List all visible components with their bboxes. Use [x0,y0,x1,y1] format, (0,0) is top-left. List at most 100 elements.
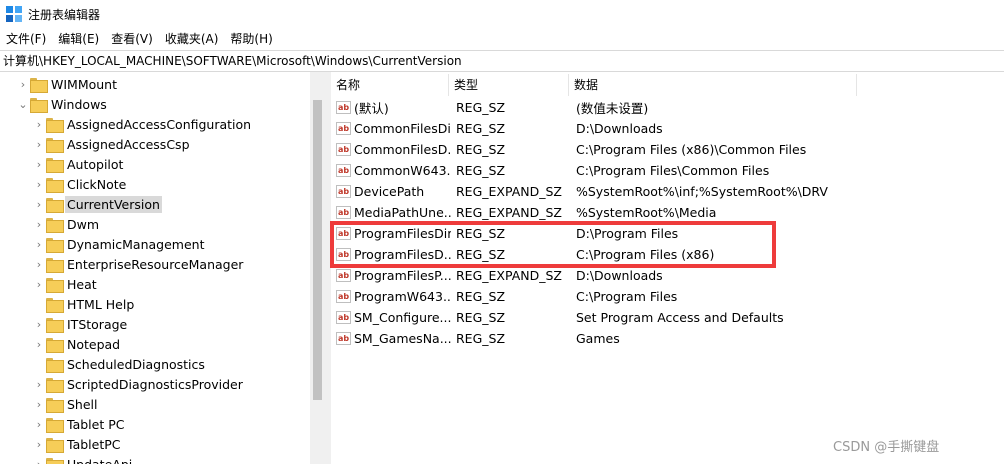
menu-edit[interactable]: 编辑(E) [52,28,105,50]
menu-help[interactable]: 帮助(H) [224,28,278,50]
column-header-name[interactable]: 名称 [331,74,449,96]
chevron-right-icon[interactable]: › [32,118,46,131]
folder-icon [46,177,64,193]
chevron-right-icon[interactable]: › [32,338,46,351]
chevron-right-icon[interactable]: › [32,158,46,171]
chevron-right-icon[interactable]: › [32,238,46,251]
tree-item[interactable]: › ScriptedDiagnosticsProvider [32,374,245,394]
tree-item[interactable]: › CurrentVersion [32,194,162,214]
value-type: REG_SZ [456,289,506,304]
tree-item[interactable]: › TabletPC [32,434,123,454]
tree-item[interactable]: ⌄ Windows [16,94,109,114]
value-row[interactable]: ab DevicePath REG_EXPAND_SZ %SystemRoot%\in… [331,181,1004,202]
chevron-right-icon[interactable]: › [16,78,30,91]
column-header-type[interactable]: 类型 [449,74,569,96]
folder-icon [30,97,48,113]
folder-icon [46,157,64,173]
tree-item[interactable]: › WIMMount [16,74,119,94]
tree-item[interactable]: › Autopilot [32,154,125,174]
chevron-right-icon[interactable]: › [32,458,46,464]
value-row[interactable]: ab CommonW643... REG_SZ C:\Program Files\Co… [331,160,1004,181]
string-value-icon: ab [336,164,351,177]
tree-item[interactable]: › Shell [32,394,100,414]
tree-item[interactable]: › AssignedAccessCsp [32,134,192,154]
menu-favorites[interactable]: 收藏夹(A) [159,28,225,50]
value-type: REG_SZ [456,310,506,325]
folder-icon [46,217,64,233]
folder-icon [46,397,64,413]
tree-scrollbar-thumb[interactable] [313,100,322,400]
value-name-cell: ab DevicePath [336,184,451,199]
chevron-right-icon[interactable]: › [32,178,46,191]
value-type: REG_EXPAND_SZ [456,184,562,199]
value-row[interactable]: ab CommonFilesD... REG_SZ C:\Program Files … [331,139,1004,160]
value-type: REG_SZ [456,331,506,346]
value-data: C:\Program Files\Common Files [576,163,770,178]
value-name: (默认) [354,101,389,116]
string-value-icon: ab [336,332,351,345]
chevron-right-icon[interactable]: › [32,418,46,431]
value-type: REG_SZ [456,121,506,136]
string-value-icon: ab [336,122,351,135]
address-bar[interactable]: 计算机\HKEY_LOCAL_MACHINE\SOFTWARE\Microsof… [0,50,1004,72]
tree-item-label: Dwm [67,216,100,232]
value-data: C:\Program Files [576,289,678,304]
value-row[interactable]: ab MediaPathUne... REG_EXPAND_SZ %SystemRoo… [331,202,1004,223]
chevron-right-icon[interactable]: › [32,198,46,211]
tree-item-label: DynamicManagement [67,236,205,252]
tree-item-label: ScheduledDiagnostics [67,356,205,372]
tree-item-label: ClickNote [67,176,127,192]
registry-tree[interactable]: › WIMMount ⌄ Windows › AssignedAccessConfigur… [0,72,325,464]
column-header-data[interactable]: 数据 [569,74,857,96]
chevron-right-icon[interactable]: › [32,138,46,151]
value-name: ProgramW643... [354,289,451,304]
tree-item-label: ITStorage [67,316,128,332]
menu-bar: 文件(F) 编辑(E) 查看(V) 收藏夹(A) 帮助(H) [0,28,1004,50]
chevron-right-icon[interactable]: › [32,278,46,291]
tree-item[interactable]: › DynamicManagement [32,234,206,254]
folder-icon [46,437,64,453]
tree-item[interactable]: › ClickNote [32,174,128,194]
tree-item[interactable]: › ITStorage [32,314,129,334]
menu-file[interactable]: 文件(F) [0,28,52,50]
tree-item-label: WIMMount [51,76,118,92]
value-name-cell: ab SM_Configure... [336,310,451,325]
value-row[interactable]: ab (默认) REG_SZ (数值未设置) [331,97,1004,118]
value-row[interactable]: ab CommonFilesDir REG_SZ D:\Downloads [331,118,1004,139]
value-data: (数值未设置) [576,101,649,116]
tree-item[interactable]: › UpdateApi [32,454,134,464]
value-data: D:\Downloads [576,121,663,136]
tree-item[interactable]: › Heat [32,274,99,294]
value-data: %SystemRoot%\inf;%SystemRoot%\DRV [576,184,828,199]
chevron-right-icon[interactable]: › [32,398,46,411]
folder-icon [46,237,64,253]
value-name-cell: ab ProgramW643... [336,289,451,304]
tree-item[interactable]: › EnterpriseResourceManager [32,254,245,274]
value-row[interactable]: ab ProgramW643... REG_SZ C:\Program Files [331,286,1004,307]
value-row[interactable]: ab SM_GamesNa... REG_SZ Games [331,328,1004,349]
values-list: 名称 类型 数据 ab (默认) REG_SZ (数值未设置) ab CommonFile… [331,72,1004,464]
tree-item-label: Windows [51,96,107,112]
value-name: CommonFilesDir [354,121,451,136]
tree-item[interactable]: › Dwm [32,214,101,234]
value-name-cell: ab CommonW643... [336,163,451,178]
tree-item[interactable]: › Notepad [32,334,122,354]
chevron-right-icon[interactable]: › [32,378,46,391]
value-type: REG_EXPAND_SZ [456,205,562,220]
tree-item[interactable]: › Tablet PC [32,414,126,434]
menu-view[interactable]: 查看(V) [105,28,159,50]
chevron-down-icon[interactable]: ⌄ [16,98,30,111]
chevron-right-icon[interactable]: › [32,218,46,231]
chevron-right-icon[interactable]: › [32,318,46,331]
value-row[interactable]: ab ProgramFilesP... REG_EXPAND_SZ D:\Downlo… [331,265,1004,286]
value-row[interactable]: ab SM_Configure... REG_SZ Set Program Acces… [331,307,1004,328]
value-name-cell: ab MediaPathUne... [336,205,451,220]
chevron-right-icon[interactable]: › [32,438,46,451]
folder-icon [46,277,64,293]
chevron-right-icon[interactable]: › [32,258,46,271]
tree-item[interactable]: ScheduledDiagnostics [32,354,207,374]
string-value-icon: ab [336,311,351,324]
tree-item[interactable]: › AssignedAccessConfiguration [32,114,253,134]
value-name: ProgramFilesP... [354,268,451,283]
tree-item[interactable]: HTML Help [32,294,136,314]
